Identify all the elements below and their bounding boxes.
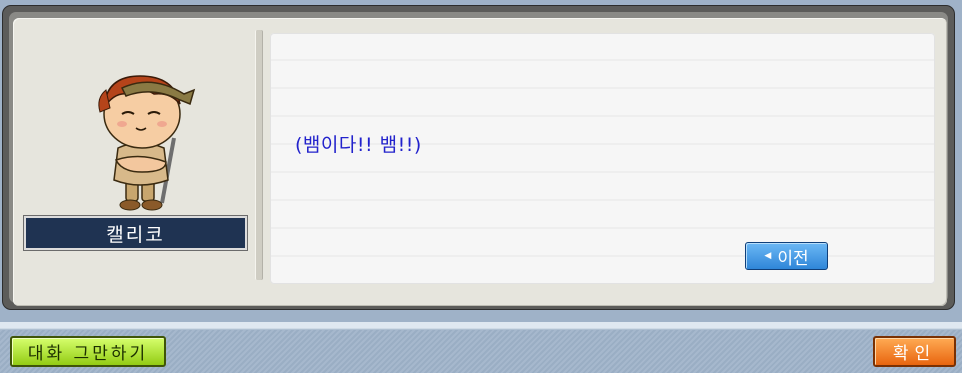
prev-button-label: 이전 <box>777 248 809 269</box>
dialog-text: (뱀이다!! 뱀!!) <box>295 134 422 156</box>
panel-divider <box>255 30 263 280</box>
prev-button[interactable]: ◀ 이전 <box>745 242 828 270</box>
dialog-text-area <box>270 33 935 284</box>
npc-portrait <box>98 75 196 211</box>
end-chat-button[interactable]: 대화 그만하기 <box>10 336 166 367</box>
ok-button[interactable]: 확인 <box>873 336 956 367</box>
npc-nameplate: 캘리코 <box>23 215 248 251</box>
left-triangle-icon: ◀ <box>764 251 772 261</box>
